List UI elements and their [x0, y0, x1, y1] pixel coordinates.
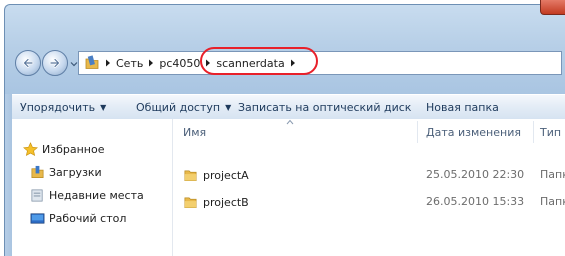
burn-label: Записать на оптический диск [238, 100, 412, 114]
column-name-label: Имя [183, 125, 207, 139]
navigation-pane: Избранное Загрузки Недавние места Рабочи… [12, 119, 173, 256]
column-type-label: Тип [540, 125, 562, 139]
folder-icon [183, 168, 198, 183]
back-button[interactable] [15, 50, 41, 76]
window-titlebar [4, 4, 565, 95]
share-button[interactable]: Общий доступ ▼ [120, 95, 238, 119]
column-date-label: Дата изменения [426, 125, 521, 139]
new-folder-button[interactable]: Новая папка [422, 95, 499, 119]
file-name-cell[interactable]: projectB [183, 195, 249, 210]
close-button[interactable] [540, 0, 565, 15]
column-header-name[interactable]: Имя [183, 119, 206, 145]
nav-label-desktop: Рабочий стол [49, 211, 127, 225]
nav-item-downloads[interactable]: Загрузки [29, 164, 102, 180]
breadcrumb-scannerdata[interactable]: scannerdata [216, 57, 284, 70]
file-name: projectA [203, 169, 249, 182]
nav-item-recent[interactable]: Недавние места [29, 187, 144, 203]
burn-disc-button[interactable]: Записать на оптический диск [238, 95, 422, 119]
command-bar: Упорядочить ▼ Общий доступ ▼ Записать на… [12, 94, 565, 120]
nav-item-desktop[interactable]: Рабочий стол [29, 210, 126, 226]
nav-item-favorites[interactable]: Избранное [22, 141, 104, 157]
downloads-icon [29, 164, 45, 180]
folder-icon [183, 195, 198, 210]
desktop-icon [29, 210, 45, 226]
file-list: Имя Дата изменения Тип projectA 25.05.20… [173, 119, 565, 256]
breadcrumb-pc4050[interactable]: pc4050 [159, 57, 200, 70]
forward-button[interactable] [42, 50, 68, 76]
column-divider[interactable] [533, 121, 534, 143]
address-bar[interactable]: Сеть pc4050 scannerdata [78, 51, 562, 75]
chevron-right-icon[interactable] [146, 55, 156, 71]
new-folder-label: Новая папка [426, 100, 499, 114]
file-date: 25.05.2010 22:30 [426, 168, 525, 181]
chevron-right-icon[interactable] [203, 55, 213, 71]
file-row[interactable]: projectA 25.05.2010 22:30 Папк [173, 165, 565, 185]
file-date: 26.05.2010 15:33 [426, 195, 525, 208]
explorer-window: Сеть pc4050 scannerdata Упорядочить ▼ Об… [0, 0, 565, 256]
chevron-down-icon: ▼ [225, 102, 232, 112]
chevron-down-icon: ▼ [100, 102, 107, 112]
file-row[interactable]: projectB 26.05.2010 15:33 Папк [173, 192, 565, 212]
organize-label: Упорядочить [20, 100, 96, 114]
recent-pages-dropdown[interactable] [70, 60, 78, 68]
chevron-right-icon[interactable] [288, 55, 298, 71]
organize-button[interactable]: Упорядочить ▼ [12, 95, 120, 119]
folder-icon [84, 55, 100, 71]
column-divider[interactable] [417, 121, 418, 143]
chevron-right-icon[interactable] [103, 55, 113, 71]
recent-places-icon [29, 187, 45, 203]
star-icon [22, 141, 38, 157]
file-type: Папк [540, 195, 565, 208]
nav-label-favorites: Избранное [42, 142, 105, 156]
column-header-date[interactable]: Дата изменения [426, 119, 521, 145]
share-label: Общий доступ [136, 100, 221, 114]
nav-label-recent: Недавние места [49, 188, 144, 202]
file-type: Папк [540, 168, 565, 181]
file-name: projectB [203, 196, 249, 209]
column-header-type[interactable]: Тип [540, 119, 561, 145]
nav-label-downloads: Загрузки [49, 165, 102, 179]
sort-arrow-icon [286, 119, 294, 125]
arrow-left-icon [23, 58, 34, 68]
file-name-cell[interactable]: projectA [183, 168, 249, 183]
arrow-right-icon [49, 58, 60, 68]
breadcrumb-network[interactable]: Сеть [116, 57, 143, 70]
